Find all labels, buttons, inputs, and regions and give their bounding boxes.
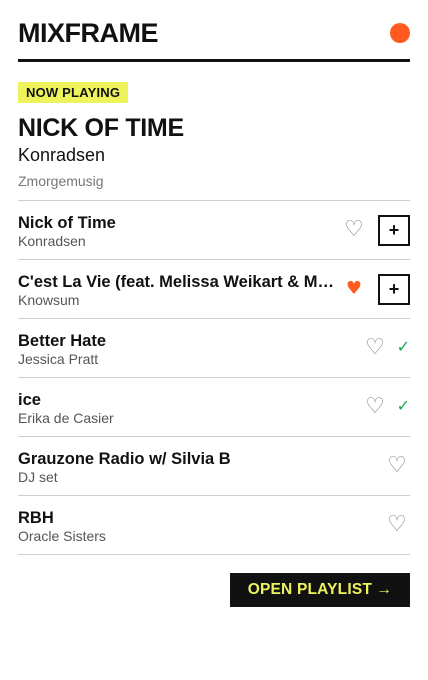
heart-icon[interactable]: ♡ [386, 514, 408, 536]
heart-filled-icon[interactable]: ♥ [343, 278, 365, 300]
add-to-playlist-button[interactable]: + [378, 215, 410, 246]
add-to-playlist-button[interactable]: + [378, 274, 410, 305]
track-row[interactable]: ice Erika de Casier ♡ ✓ [18, 378, 410, 437]
track-row[interactable]: RBH Oracle Sisters ♡ [18, 496, 410, 555]
track-artist: Oracle Sisters [18, 528, 106, 544]
heart-icon[interactable]: ♡ [364, 396, 386, 418]
app-header: MIXFRAME [18, 14, 410, 62]
heart-icon[interactable]: ♡ [343, 219, 365, 241]
live-indicator-dot[interactable] [390, 23, 410, 43]
track-row[interactable]: C'est La Vie (feat. Melissa Weikart & Ma… [18, 260, 410, 319]
track-artist: Jessica Pratt [18, 351, 99, 367]
now-playing-badge: NOW PLAYING [18, 82, 129, 103]
track-title: Better Hate [18, 332, 107, 350]
heart-icon[interactable]: ♡ [386, 455, 408, 477]
track-artist: Knowsum [18, 292, 80, 308]
check-icon: ✓ [396, 337, 410, 356]
track-artist: DJ set [18, 469, 58, 485]
open-playlist-button[interactable]: OPEN PLAYLIST → [230, 573, 410, 607]
track-row[interactable]: Better Hate Jessica Pratt ♡ ✓ [18, 319, 410, 378]
now-playing-artist: Konradsen [18, 145, 106, 165]
track-title: Nick of Time [18, 214, 116, 232]
check-icon: ✓ [396, 396, 410, 415]
track-artist: Konradsen [18, 233, 86, 249]
track-artist: Erika de Casier [18, 410, 114, 426]
track-title: Grauzone Radio w/ Silvia B [18, 450, 231, 468]
now-playing-panel: NOW PLAYING NICK OF TIME Konradsen Zmorg… [18, 82, 410, 190]
app-logo: MIXFRAME [18, 18, 159, 48]
track-title: C'est La Vie (feat. Melissa Weikart & Ma… [18, 273, 342, 291]
now-playing-label: Zmorgemusig [18, 173, 104, 189]
heart-icon[interactable]: ♡ [364, 337, 386, 359]
track-title: ice [18, 391, 41, 409]
track-title: RBH [18, 509, 54, 527]
track-row[interactable]: Nick of Time Konradsen ♡ + [18, 201, 410, 260]
track-list: Nick of Time Konradsen ♡ + C'est La Vie … [18, 200, 410, 555]
now-playing-title: NICK OF TIME [18, 114, 184, 142]
track-row[interactable]: Grauzone Radio w/ Silvia B DJ set ♡ [18, 437, 410, 496]
